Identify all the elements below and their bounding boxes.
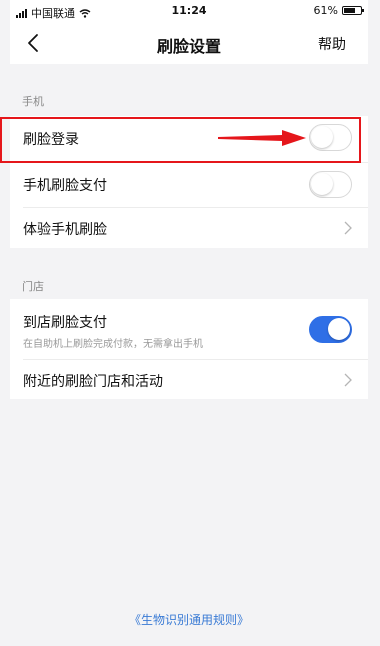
page-title: 刷脸设置 (156, 37, 221, 56)
row-label: 体验手机刷脸 (23, 222, 107, 238)
row-label: 附近的刷脸门店和活动 (23, 374, 163, 390)
row-phone-face-pay[interactable]: 手机刷脸支付 (10, 163, 368, 207)
section-header-store: 门店 (22, 280, 44, 293)
row-try-phone-face[interactable]: 体验手机刷脸 (10, 208, 368, 248)
row-label: 到店刷脸支付 (23, 315, 107, 331)
phone-face-pay-toggle[interactable] (309, 171, 352, 198)
row-label: 手机刷脸支付 (23, 178, 107, 194)
chevron-right-icon (344, 221, 352, 235)
row-sublabel: 在自助机上刷脸完成付款，无需拿出手机 (23, 339, 203, 350)
annotation-arrow-icon (218, 130, 306, 146)
battery-icon (342, 6, 364, 15)
nav-bar: 刷脸设置 帮助 (10, 22, 368, 64)
row-store-face-pay[interactable]: 到店刷脸支付 在自助机上刷脸完成付款，无需拿出手机 (10, 299, 368, 359)
status-bar: 中国联通 11:24 61% (10, 0, 368, 22)
biometric-rules-link[interactable]: 《生物识别通用规则》 (10, 611, 368, 628)
battery-percent: 61% (313, 4, 338, 17)
screen: 中国联通 11:24 61% 刷脸设置 帮助 手机 刷脸登录 手机刷脸支付 体验… (10, 0, 368, 646)
store-settings-group: 到店刷脸支付 在自助机上刷脸完成付款，无需拿出手机 附近的刷脸门店和活动 (10, 299, 368, 399)
help-button[interactable]: 帮助 (318, 34, 346, 54)
section-header-phone: 手机 (22, 95, 44, 108)
row-nearby-stores[interactable]: 附近的刷脸门店和活动 (10, 360, 368, 399)
annotation-highlight-box (0, 117, 361, 163)
status-right: 61% (313, 4, 364, 17)
store-face-pay-toggle[interactable] (309, 316, 352, 343)
chevron-right-icon (344, 373, 352, 387)
